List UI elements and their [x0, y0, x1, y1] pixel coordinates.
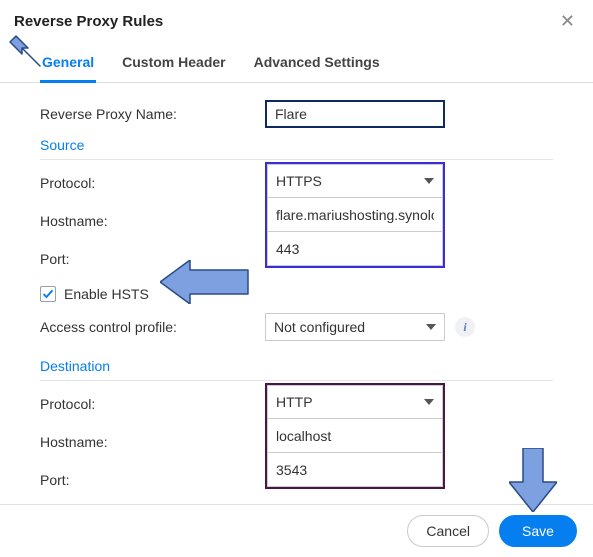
destination-highlight-box: HTTP [265, 383, 445, 489]
section-destination: Destination [40, 358, 553, 381]
form-body: Reverse Proxy Name: Source Protocol: Hos… [0, 83, 593, 501]
label-src-protocol: Protocol: [40, 175, 265, 191]
input-proxy-name[interactable] [265, 100, 445, 128]
select-access-profile[interactable]: Not configured [265, 313, 445, 341]
tab-general[interactable]: General [40, 48, 96, 83]
input-dst-port[interactable] [267, 453, 443, 487]
info-icon[interactable]: i [455, 317, 475, 337]
dialog-titlebar: Reverse Proxy Rules ✕ [0, 0, 593, 38]
input-src-hostname[interactable] [267, 198, 443, 232]
label-src-hostname: Hostname: [40, 213, 265, 229]
tab-custom-header[interactable]: Custom Header [120, 48, 227, 83]
checkbox-enable-hsts[interactable] [40, 286, 56, 302]
select-src-protocol[interactable]: HTTPS [267, 164, 443, 198]
dialog-footer: Cancel Save [0, 504, 593, 557]
row-access-profile: Access control profile: Not configured i [40, 310, 553, 344]
chevron-down-icon [424, 178, 434, 184]
select-access-profile-value: Not configured [274, 319, 365, 335]
save-button[interactable]: Save [499, 515, 577, 547]
input-src-port[interactable] [267, 232, 443, 266]
label-enable-hsts: Enable HSTS [64, 286, 149, 302]
label-src-port: Port: [40, 251, 265, 267]
select-src-protocol-value: HTTPS [276, 173, 322, 189]
close-icon[interactable]: ✕ [556, 10, 579, 32]
cancel-button[interactable]: Cancel [407, 515, 489, 547]
tab-advanced-settings[interactable]: Advanced Settings [252, 48, 382, 83]
input-dst-hostname[interactable] [267, 419, 443, 453]
chevron-down-icon [424, 399, 434, 405]
checkmark-icon [42, 288, 54, 300]
row-enable-hsts: Enable HSTS [40, 280, 553, 306]
label-proxy-name: Reverse Proxy Name: [40, 106, 265, 122]
label-dst-protocol: Protocol: [40, 396, 265, 412]
section-source: Source [40, 137, 553, 160]
label-dst-port: Port: [40, 472, 265, 488]
chevron-down-icon [426, 324, 436, 330]
source-highlight-box: HTTPS [265, 162, 445, 268]
tab-bar: General Custom Header Advanced Settings [0, 38, 593, 83]
select-dst-protocol-value: HTTP [276, 394, 313, 410]
select-dst-protocol[interactable]: HTTP [267, 385, 443, 419]
label-dst-hostname: Hostname: [40, 434, 265, 450]
row-proxy-name: Reverse Proxy Name: [40, 97, 553, 131]
label-access-profile: Access control profile: [40, 319, 265, 335]
dialog-title: Reverse Proxy Rules [14, 13, 163, 30]
